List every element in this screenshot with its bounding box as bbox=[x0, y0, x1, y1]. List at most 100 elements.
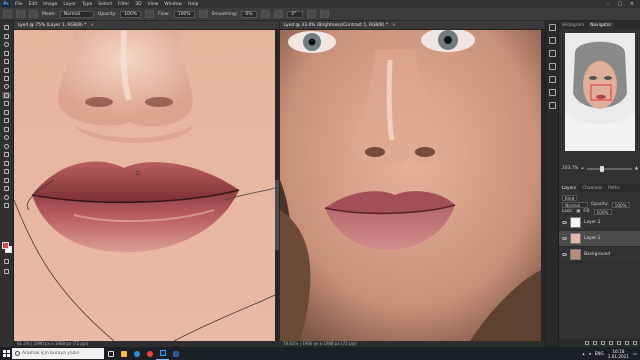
zoom-out-icon[interactable]: ▴ bbox=[581, 166, 583, 171]
airbrush-icon[interactable] bbox=[198, 10, 208, 18]
menu-window[interactable]: Window bbox=[161, 2, 185, 7]
menu-filter[interactable]: Filter bbox=[115, 2, 132, 7]
fill-field[interactable]: 100% bbox=[593, 208, 612, 215]
canvas-left[interactable] bbox=[14, 30, 275, 341]
pressure-size-icon[interactable] bbox=[307, 10, 317, 18]
zoom-slider-handle[interactable] bbox=[600, 165, 605, 172]
tab-layers[interactable]: Layers bbox=[559, 185, 580, 192]
history-brush-tool-icon[interactable] bbox=[2, 109, 11, 116]
layer-row-background[interactable]: Background bbox=[559, 247, 640, 263]
add-mask-icon[interactable] bbox=[601, 341, 605, 345]
menu-layer[interactable]: Layer bbox=[60, 2, 79, 7]
tab-paths[interactable]: Paths bbox=[605, 185, 623, 192]
tab-channels[interactable]: Channels bbox=[579, 185, 605, 192]
lock-icon[interactable]: ▣ bbox=[576, 209, 580, 214]
opacity-field[interactable]: 100% bbox=[120, 10, 142, 18]
language-indicator[interactable]: ENG bbox=[595, 351, 604, 356]
swatches-icon[interactable] bbox=[548, 76, 556, 83]
layer-opacity-field[interactable]: 100% bbox=[611, 201, 630, 208]
word-icon[interactable] bbox=[169, 347, 182, 360]
windows-start-icon[interactable] bbox=[0, 347, 12, 360]
zoom-value[interactable]: 203.7% bbox=[562, 166, 578, 171]
mode-select[interactable]: Normal bbox=[59, 10, 94, 18]
menu-help[interactable]: Help bbox=[185, 2, 201, 7]
type-tool-icon[interactable] bbox=[2, 160, 11, 167]
hand-tool-icon[interactable] bbox=[2, 185, 11, 192]
lasso-tool-icon[interactable] bbox=[2, 41, 11, 48]
new-layer-icon[interactable] bbox=[625, 341, 629, 345]
tab-histogram[interactable]: Histogram bbox=[559, 22, 587, 29]
more-tools-icon[interactable] bbox=[2, 202, 11, 209]
menu-edit[interactable]: Edit bbox=[26, 2, 41, 7]
crop-tool-icon[interactable] bbox=[2, 58, 11, 65]
eye-icon[interactable] bbox=[562, 253, 567, 256]
adjustment-layer-icon[interactable] bbox=[609, 341, 613, 345]
paragraph-icon[interactable] bbox=[548, 102, 556, 109]
home-icon[interactable] bbox=[3, 10, 12, 18]
quick-mask-icon[interactable] bbox=[2, 258, 11, 265]
trash-icon[interactable] bbox=[633, 341, 637, 345]
notifications-icon[interactable]: ▭ bbox=[633, 351, 637, 356]
navigator-preview[interactable] bbox=[565, 33, 635, 151]
zoom-in-icon[interactable]: ▲ bbox=[635, 166, 638, 171]
zoom-slider[interactable] bbox=[586, 165, 632, 172]
angle-icon[interactable] bbox=[274, 10, 284, 18]
chrome-icon[interactable] bbox=[143, 347, 156, 360]
character-icon[interactable] bbox=[548, 89, 556, 96]
brush-tool-icon[interactable] bbox=[2, 91, 11, 100]
file-explorer-icon[interactable] bbox=[117, 347, 130, 360]
blend-mode-select[interactable]: Normal bbox=[562, 201, 588, 208]
menu-view[interactable]: View bbox=[145, 2, 162, 7]
close-icon[interactable]: × bbox=[90, 23, 94, 28]
eraser-tool-icon[interactable] bbox=[2, 117, 11, 124]
blur-tool-icon[interactable] bbox=[2, 134, 11, 141]
history-icon[interactable] bbox=[548, 24, 556, 31]
quick-select-tool-icon[interactable] bbox=[2, 49, 11, 56]
link-layers-icon[interactable] bbox=[585, 341, 589, 345]
dodge-tool-icon[interactable] bbox=[2, 143, 11, 150]
menu-type[interactable]: Type bbox=[79, 2, 95, 7]
close-icon[interactable]: ✕ bbox=[626, 1, 638, 7]
pressure-opacity-icon[interactable] bbox=[145, 10, 155, 18]
canvas-right[interactable] bbox=[280, 30, 541, 341]
new-group-icon[interactable] bbox=[617, 341, 621, 345]
clock[interactable]: 16:18 1.01.2021 bbox=[608, 349, 629, 359]
menu-3d[interactable]: 3D bbox=[132, 2, 144, 7]
path-select-tool-icon[interactable] bbox=[2, 168, 11, 175]
left-canvas-scrollbar[interactable] bbox=[275, 30, 279, 341]
zoom-tool-icon[interactable] bbox=[2, 194, 11, 201]
gear-icon[interactable] bbox=[261, 10, 271, 18]
menu-image[interactable]: Image bbox=[40, 2, 60, 7]
brush-panel-icon[interactable] bbox=[548, 63, 556, 70]
properties-icon[interactable] bbox=[548, 37, 556, 44]
task-view-icon[interactable] bbox=[104, 347, 117, 360]
photoshop-taskbar-icon[interactable] bbox=[156, 347, 169, 360]
menu-file[interactable]: File bbox=[12, 2, 26, 7]
layer-row-layer-1[interactable]: Layer 1 bbox=[559, 231, 640, 247]
clone-stamp-tool-icon[interactable] bbox=[2, 100, 11, 107]
tab-navigator[interactable]: Navigator bbox=[587, 22, 615, 29]
screen-mode-icon[interactable] bbox=[2, 268, 11, 275]
rectangle-tool-icon[interactable] bbox=[2, 177, 11, 184]
edge-icon[interactable] bbox=[130, 347, 143, 360]
network-icon[interactable]: ▴ bbox=[582, 351, 584, 356]
tab-right-document[interactable]: Lyed @ 33.4% (Brightness/Contrast 1, RGB… bbox=[280, 21, 545, 30]
menu-select[interactable]: Select bbox=[95, 2, 115, 7]
symmetry-icon[interactable] bbox=[320, 10, 330, 18]
layer-row-layer-2[interactable]: Layer 2 bbox=[559, 215, 640, 231]
gradient-tool-icon[interactable] bbox=[2, 126, 11, 133]
minimize-icon[interactable]: – bbox=[602, 1, 614, 7]
flow-field[interactable]: 100% bbox=[173, 10, 195, 18]
close-icon[interactable]: × bbox=[392, 23, 396, 28]
foreground-color-swatch[interactable] bbox=[2, 242, 9, 249]
brush-settings-icon[interactable] bbox=[29, 10, 38, 18]
move-tool-icon[interactable] bbox=[2, 24, 11, 31]
eyedropper-tool-icon[interactable] bbox=[2, 75, 11, 82]
marquee-tool-icon[interactable] bbox=[2, 32, 11, 39]
fx-icon[interactable] bbox=[593, 341, 597, 345]
eye-icon[interactable] bbox=[562, 237, 567, 240]
angle-field[interactable]: 0° bbox=[287, 10, 304, 18]
volume-icon[interactable]: ◂ bbox=[589, 351, 591, 356]
maximize-icon[interactable]: □ bbox=[614, 1, 626, 7]
smoothing-field[interactable]: 0% bbox=[241, 10, 258, 18]
